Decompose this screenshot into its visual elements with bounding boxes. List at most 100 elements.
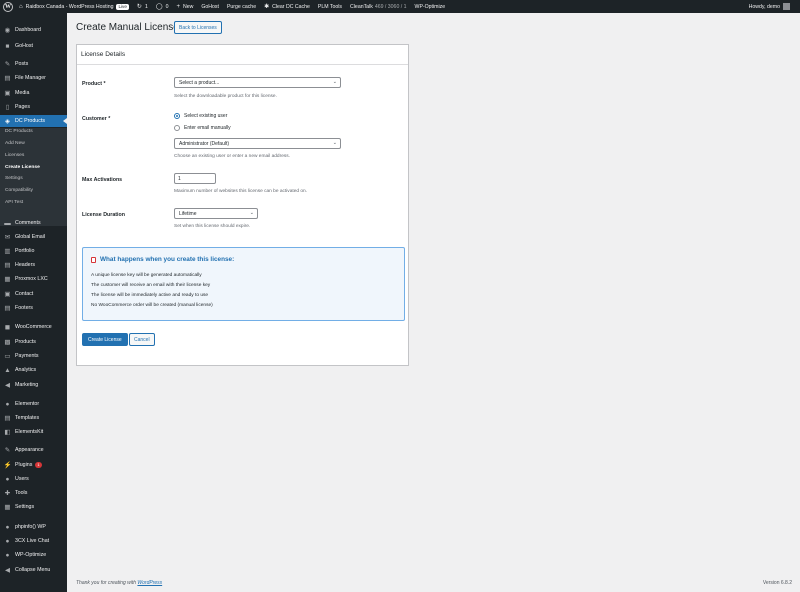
- info-box: What happens when you create this licens…: [82, 247, 405, 321]
- sidebar-item-label: Media: [15, 90, 30, 96]
- sidebar-item-global-email[interactable]: ✉ Global Email: [0, 231, 67, 243]
- wrench-icon: ✚: [4, 489, 11, 497]
- sidebar-item-label: ElementsKit: [15, 429, 44, 435]
- sidebar-item-users[interactable]: ● Users: [0, 473, 67, 485]
- customer-user-select[interactable]: Administrator (Default) ⌄: [174, 138, 341, 149]
- clear-cache-link[interactable]: ✱ Clear DC Cache: [260, 0, 314, 13]
- sidebar-item-analytics[interactable]: ▲ Analytics: [0, 364, 67, 376]
- sidebar-item-3cx-live-chat[interactable]: ● 3CX Live Chat: [0, 535, 67, 547]
- sidebar-item-label: Proxmox LXC: [15, 276, 48, 282]
- license-details-card: License Details Product * Select a produ…: [76, 44, 409, 366]
- sidebar-item-label: Payments: [15, 353, 39, 359]
- plm-tools-link[interactable]: PLM Tools: [314, 0, 346, 13]
- chevron-down-icon: ⌄: [249, 210, 254, 216]
- wordpress-link[interactable]: WordPress: [137, 580, 162, 586]
- sidebar-item-label: Contact: [15, 291, 34, 297]
- live-badge: Live: [116, 3, 129, 10]
- sidebar-item-products[interactable]: ▩ Products: [0, 336, 67, 348]
- sidebar-item-woocommerce[interactable]: ◼ WooCommerce: [0, 321, 67, 333]
- contact-icon: ▣: [4, 290, 11, 298]
- info-line: The customer will receive an email with …: [91, 283, 211, 288]
- sidebar-item-label: GoHost: [15, 43, 33, 49]
- sidebar-item-label: phpinfo() WP: [15, 524, 46, 530]
- sidebar-item-footers[interactable]: ▤ Footers: [0, 302, 67, 314]
- radio-enter-email[interactable]: Enter email manually: [174, 125, 231, 131]
- gear-icon: ✱: [264, 4, 270, 10]
- sidebar-item-settings[interactable]: ▦ Settings: [0, 501, 67, 513]
- sidebar-item-plugins[interactable]: ⚡ Plugins 1: [0, 459, 67, 471]
- sidebar-item-dc-products[interactable]: ◈ DC Products: [0, 115, 67, 127]
- product-select[interactable]: Select a product... ⌄: [174, 77, 341, 88]
- updates-link[interactable]: ↻ 1: [133, 0, 152, 13]
- create-license-button[interactable]: Create License: [82, 333, 128, 346]
- new-content-link[interactable]: + New: [172, 0, 197, 13]
- sidebar-item-label: Comments: [15, 220, 41, 226]
- sidebar-item-elementor[interactable]: ● Elementor: [0, 398, 67, 410]
- sidebar-item-portfolio[interactable]: ▥ Portfolio: [0, 245, 67, 257]
- max-activations-description: Maximum number of websites this license …: [174, 189, 308, 194]
- wp-optimize-link[interactable]: WP-Optimize: [411, 0, 450, 13]
- sidebar-item-pages[interactable]: ▯ Pages: [0, 101, 67, 113]
- home-icon: ⌂: [19, 3, 23, 10]
- sidebar-item-gohost[interactable]: ■ GoHost: [0, 40, 67, 52]
- sidebar-item-label: Users: [15, 476, 29, 482]
- cancel-button[interactable]: Cancel: [129, 333, 155, 346]
- sidebar-item-label: Portfolio: [15, 248, 35, 254]
- sidebar-item-label: WooCommerce: [15, 324, 52, 330]
- radio-unchecked[interactable]: [174, 125, 180, 131]
- sidebar-item-marketing[interactable]: ◀ Marketing: [0, 379, 67, 391]
- sidebar-item-phpinfo-wp[interactable]: ● phpinfo() WP: [0, 521, 67, 533]
- site-name-link[interactable]: ⌂ Raidbox Canada - WordPress Hosting Liv…: [15, 0, 133, 13]
- sidebar-item-headers[interactable]: ▤ Headers: [0, 259, 67, 271]
- submenu-item-api-test[interactable]: API Test: [5, 200, 23, 205]
- sidebar-item-label: Tools: [15, 490, 28, 496]
- purge-cache-link[interactable]: Purge cache: [223, 0, 260, 13]
- radio-select-existing-user[interactable]: Select existing user: [174, 113, 227, 119]
- product-description: Select the downloadable product for this…: [174, 94, 277, 99]
- submenu-item-create-license[interactable]: Create License: [5, 165, 40, 170]
- sidebar-item-tools[interactable]: ✚ Tools: [0, 487, 67, 499]
- wordpress-logo-icon[interactable]: W: [3, 1, 13, 12]
- submenu-item-add-new[interactable]: Add New: [5, 141, 25, 146]
- submenu-item-licenses[interactable]: Licenses: [5, 153, 24, 158]
- sidebar-item-comments[interactable]: ▬ Comments: [0, 217, 67, 229]
- sidebar-item-collapse-menu[interactable]: ◀ Collapse Menu: [0, 564, 67, 576]
- sidebar-item-label: Footers: [15, 305, 33, 311]
- page-icon: ▯: [5, 103, 10, 111]
- products-icon: ◈: [5, 117, 10, 125]
- sidebar-item-label: Global Email: [15, 234, 46, 240]
- sidebar-item-label: Headers: [15, 262, 36, 268]
- sidebar-item-payments[interactable]: ▭ Payments: [0, 350, 67, 362]
- account-menu[interactable]: Howdy, demo: [745, 0, 800, 13]
- cleantalk-link[interactable]: CleanTalk 469 / 3060 / 1: [346, 0, 411, 13]
- gohost-link[interactable]: GoHost: [197, 0, 223, 13]
- sidebar-item-templates[interactable]: ▤ Templates: [0, 412, 67, 424]
- megaphone-icon: ◀: [5, 381, 10, 389]
- sidebar-item-wp-optimize[interactable]: ● WP-Optimize: [0, 549, 67, 561]
- sidebar-item-dashboard[interactable]: ◉ Dashboard: [0, 24, 67, 36]
- sidebar-item-label: Elementor: [15, 401, 40, 407]
- license-duration-select[interactable]: Lifetime ⌄: [174, 208, 258, 219]
- sidebar-item-label: Dashboard: [15, 27, 41, 33]
- sidebar-item-proxmox-lxc[interactable]: ▦ Proxmox LXC: [0, 273, 67, 285]
- submenu-item-settings[interactable]: Settings: [5, 176, 23, 181]
- sidebar-item-file-manager[interactable]: ▤ File Manager: [0, 72, 67, 84]
- sidebar-item-elementskit[interactable]: ◧ ElementsKit: [0, 426, 67, 438]
- sidebar-item-contact[interactable]: ▣ Contact: [0, 288, 67, 300]
- comments-link[interactable]: ◯ 0: [152, 0, 173, 13]
- cleantalk-stats: 469 / 3060 / 1: [374, 3, 407, 10]
- woocommerce-icon: ◼: [4, 323, 11, 331]
- max-activations-input[interactable]: 1: [174, 173, 216, 184]
- brush-icon: ✎: [4, 446, 11, 454]
- radio-checked[interactable]: [174, 113, 180, 119]
- submenu-item-compatibility[interactable]: Compatibility: [5, 188, 33, 193]
- sidebar-item-label: Products: [15, 339, 36, 345]
- comment-icon: ▬: [4, 219, 11, 227]
- sidebar-item-media[interactable]: ▣ Media: [0, 87, 67, 99]
- sidebar-item-posts[interactable]: ✎ Posts: [0, 58, 67, 70]
- sidebar-item-appearance[interactable]: ✎ Appearance: [0, 444, 67, 456]
- settings-icon: ▦: [4, 503, 11, 511]
- back-to-licenses-button[interactable]: Back to Licenses: [174, 21, 222, 34]
- submenu-item-dc-products[interactable]: DC Products: [5, 129, 33, 134]
- info-line: The license will be immediately active a…: [91, 293, 209, 298]
